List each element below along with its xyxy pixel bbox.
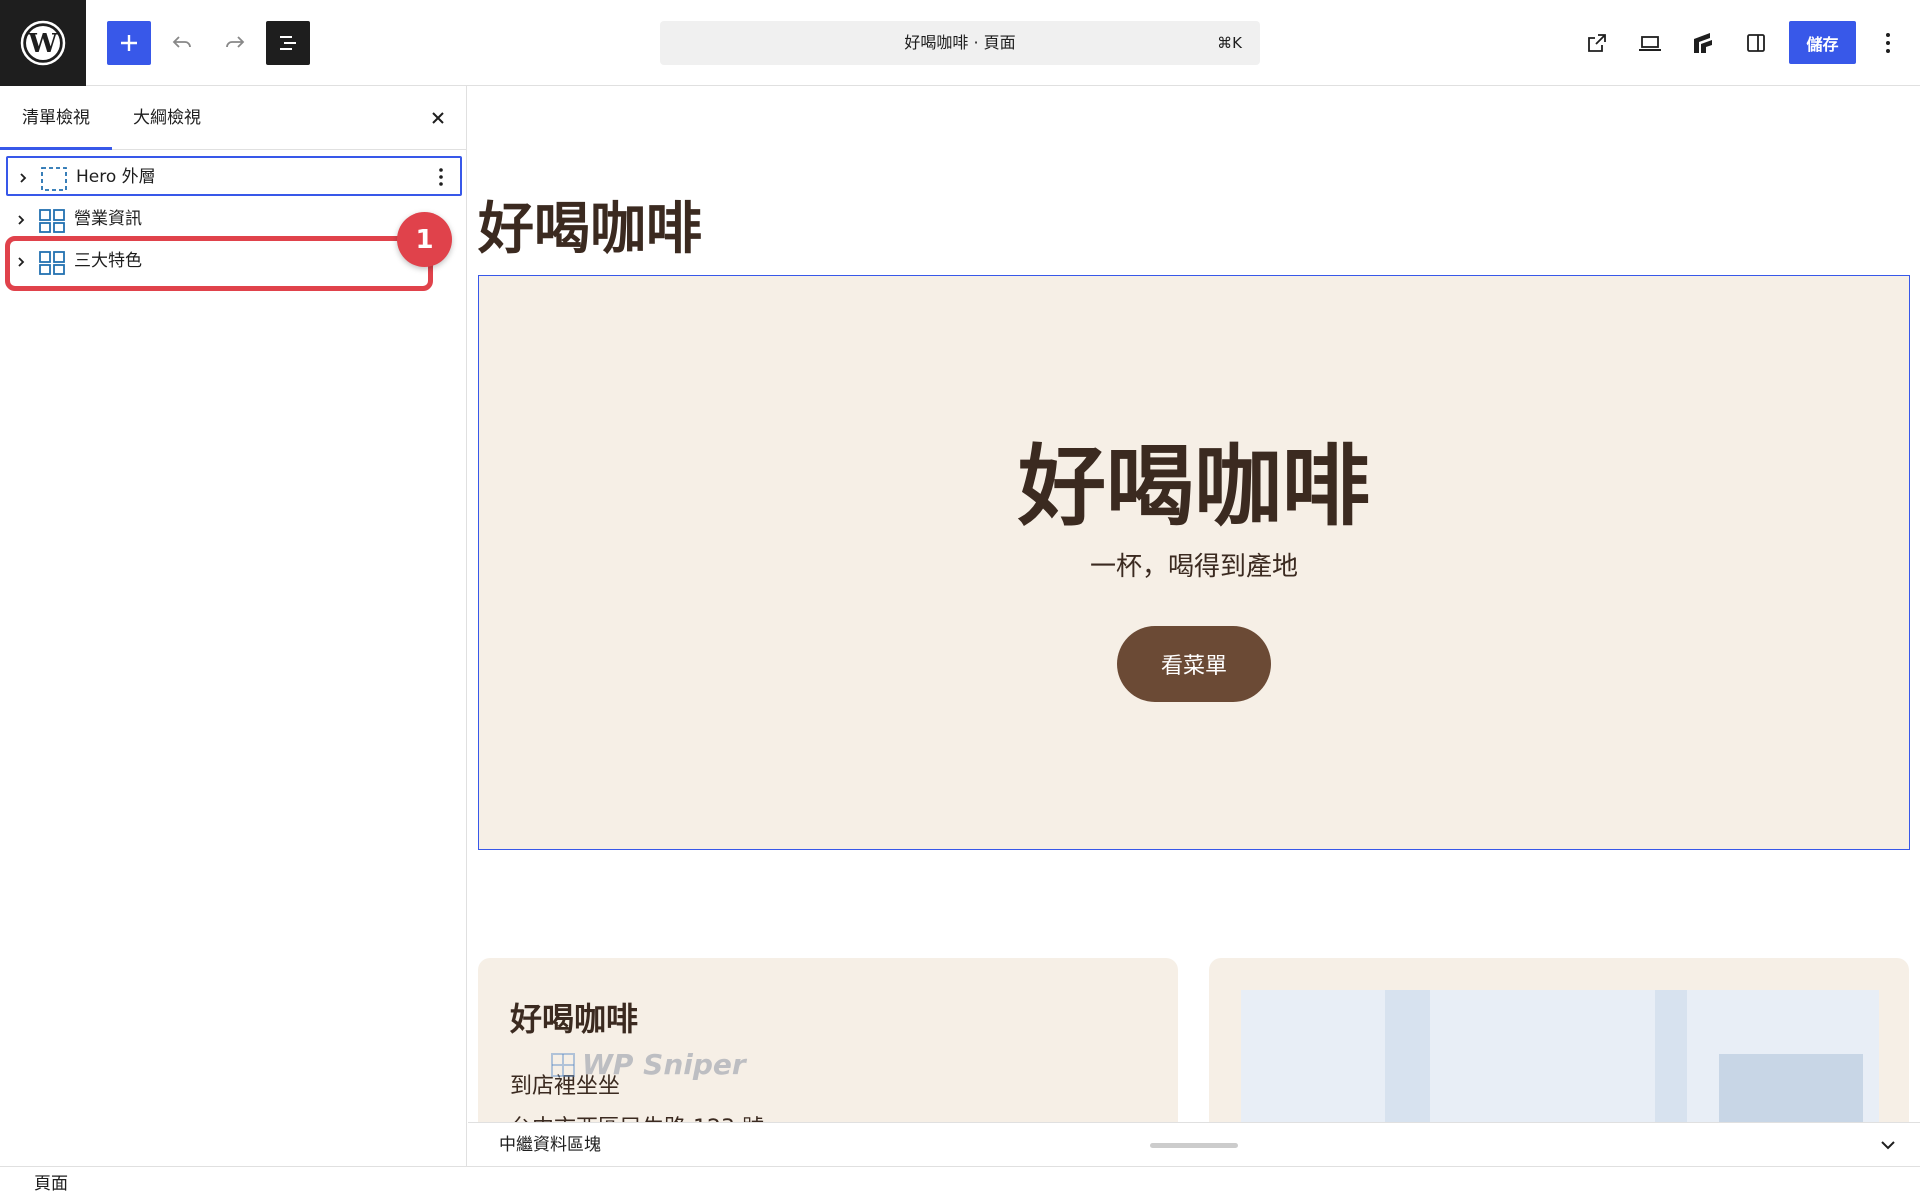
chevron-right-icon[interactable] <box>16 170 30 184</box>
step-number-badge: 1 <box>397 212 452 267</box>
view-page-external-icon[interactable] <box>1575 21 1619 65</box>
chevron-right-icon[interactable] <box>14 212 28 226</box>
editor-toolbar: W 好喝咖啡 · 頁面 ⌘K 儲存 <box>0 0 1920 86</box>
meta-boxes-panel[interactable]: 中繼資料區塊 <box>468 1122 1920 1166</box>
save-button[interactable]: 儲存 <box>1789 21 1856 64</box>
tutorial-highlight-box <box>5 236 433 291</box>
device-preview-icon[interactable] <box>1628 21 1672 65</box>
redo-button[interactable] <box>213 21 257 65</box>
image-placeholder-shape <box>1719 1054 1863 1122</box>
view-menu-button[interactable]: 看菜單 <box>1117 626 1271 702</box>
settings-sidebar-icon[interactable] <box>1734 21 1778 65</box>
meta-boxes-label: 中繼資料區塊 <box>499 1135 601 1155</box>
hero-cover-block[interactable]: 好喝咖啡 一杯，喝得到產地 看菜單 <box>478 275 1910 850</box>
plugin-icon[interactable] <box>1681 21 1725 65</box>
info-card[interactable]: 好喝咖啡 到店裡坐坐 台中市西區民生路 123 號 WP Sniper <box>478 958 1178 1122</box>
svg-text:W: W <box>27 29 58 59</box>
sidebar-tabs: 清單檢視 大綱檢視 <box>0 86 466 150</box>
list-item-label: Hero 外層 <box>76 167 156 187</box>
undo-button[interactable] <box>160 21 204 65</box>
close-icon[interactable] <box>420 100 456 136</box>
command-palette-bar[interactable]: 好喝咖啡 · 頁面 ⌘K <box>660 21 1260 65</box>
tab-list-view[interactable]: 清單檢視 <box>22 86 90 150</box>
info-card-title[interactable]: 好喝咖啡 <box>510 994 638 1040</box>
list-item-hero-group[interactable]: Hero 外層 <box>6 156 462 196</box>
add-block-button[interactable] <box>107 21 151 65</box>
kebab-menu-icon[interactable] <box>430 164 452 190</box>
watermark-logo-icon <box>551 1052 575 1077</box>
document-overview-button[interactable] <box>266 21 310 65</box>
watermark-text: WP Sniper <box>582 1048 746 1081</box>
info-card-address[interactable]: 台中市西區民生路 123 號 <box>510 1110 764 1122</box>
watermark: WP Sniper <box>550 1048 746 1081</box>
page-title[interactable]: 好喝咖啡 <box>478 184 702 265</box>
hero-title[interactable]: 好喝咖啡 <box>479 416 1909 543</box>
group-block-icon <box>40 166 68 192</box>
document-title: 好喝咖啡 · 頁面 <box>904 33 1016 52</box>
shortcut-hint: ⌘K <box>1217 34 1242 52</box>
wordpress-logo-icon[interactable]: W <box>0 0 86 86</box>
hero-subtitle[interactable]: 一杯，喝得到產地 <box>479 546 1909 583</box>
tab-outline[interactable]: 大綱檢視 <box>133 86 201 150</box>
chevron-down-icon[interactable] <box>1878 1135 1898 1155</box>
resize-handle[interactable] <box>1150 1143 1238 1148</box>
list-item-label: 營業資訊 <box>74 209 142 229</box>
image-card[interactable] <box>1209 958 1909 1122</box>
image-placeholder-shape <box>1655 990 1687 1122</box>
more-options-icon[interactable] <box>1866 21 1910 65</box>
grid-block-icon <box>38 208 66 234</box>
breadcrumb[interactable]: 頁面 <box>34 1167 68 1201</box>
list-item-business-info[interactable]: 營業資訊 <box>6 200 462 240</box>
block-breadcrumb-bar: 頁面 <box>0 1166 1920 1200</box>
image-placeholder-shape <box>1385 990 1430 1122</box>
active-tab-indicator <box>0 147 112 150</box>
editor-canvas[interactable]: 好喝咖啡 好喝咖啡 一杯，喝得到產地 看菜單 好喝咖啡 到店裡坐坐 台中市西區民… <box>468 86 1920 1122</box>
